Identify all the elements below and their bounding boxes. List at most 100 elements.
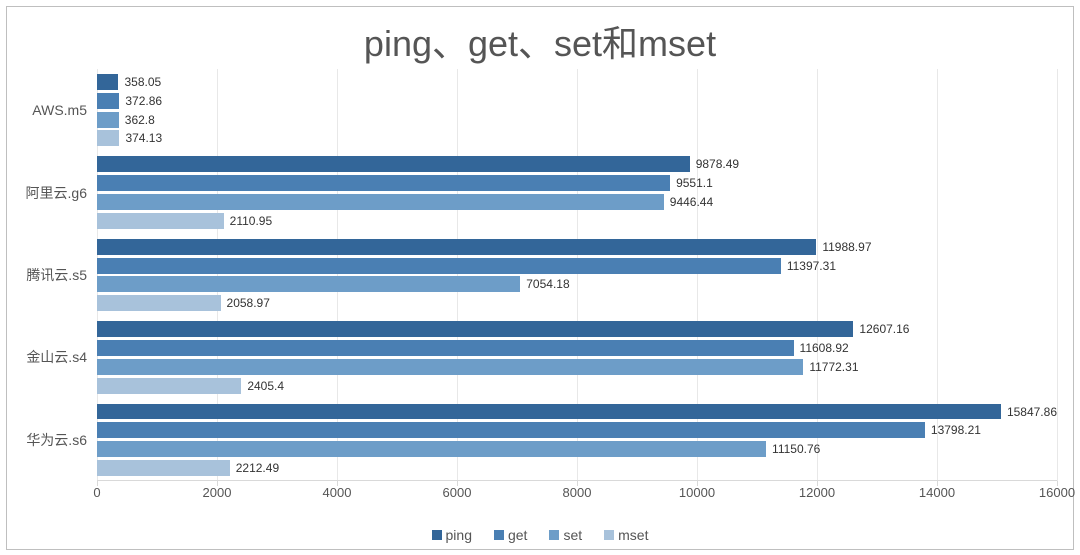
legend-item-get: get [494, 527, 527, 543]
bars: 358.05 372.86 362.8 374.13 [97, 74, 1057, 147]
bar-value-label: 372.86 [125, 94, 162, 108]
bar-ping: 15847.86 [97, 404, 1057, 420]
bar-value-label: 7054.18 [526, 277, 569, 291]
bar-fill [97, 239, 816, 255]
bar-value-label: 362.8 [125, 113, 155, 127]
bar-value-label: 15847.86 [1007, 405, 1057, 419]
bar-group: 12607.16 11608.92 11772.31 2405.4 [97, 316, 1057, 398]
y-tick-label: 华为云.s6 [13, 430, 87, 450]
bar-fill [97, 194, 664, 210]
bar-mset: 2058.97 [97, 295, 1057, 311]
bar-mset: 2405.4 [97, 378, 1057, 394]
legend-item-mset: mset [604, 527, 648, 543]
bars: 11988.97 11397.31 7054.18 2058.97 [97, 239, 1057, 312]
x-tick-label: 12000 [799, 485, 835, 500]
y-axis-labels: AWS.m5 阿里云.g6 腾讯云.s5 金山云.s4 华为云.s6 [13, 69, 93, 481]
bar-value-label: 11150.76 [772, 442, 820, 456]
bar-value-label: 9446.44 [670, 195, 713, 209]
bar-fill [97, 460, 230, 476]
bar-value-label: 374.13 [125, 131, 162, 145]
bar-fill [97, 404, 1001, 420]
legend-swatch [604, 530, 614, 540]
bar-groups: 358.05 372.86 362.8 374.13 9878.49 9551.1 9446… [97, 69, 1057, 481]
bar-value-label: 11608.92 [800, 341, 849, 355]
legend: ping get set mset [7, 527, 1073, 543]
bar-fill [97, 213, 224, 229]
legend-swatch [549, 530, 559, 540]
bar-ping: 11988.97 [97, 239, 1057, 255]
y-tick-label: 阿里云.g6 [13, 183, 87, 203]
bar-value-label: 2110.95 [230, 214, 273, 228]
bar-ping: 12607.16 [97, 321, 1057, 337]
bar-value-label: 2058.97 [227, 296, 270, 310]
legend-swatch [494, 530, 504, 540]
bar-fill [97, 130, 119, 146]
bar-group: 9878.49 9551.1 9446.44 2110.95 [97, 151, 1057, 233]
bar-value-label: 2212.49 [236, 461, 279, 475]
y-tick-label: 腾讯云.s5 [13, 265, 87, 285]
bar-get: 13798.21 [97, 422, 1057, 438]
bar-value-label: 11397.31 [787, 259, 836, 273]
legend-label: get [508, 527, 527, 543]
bar-value-label: 9878.49 [696, 157, 739, 171]
chart-container: ping、get、set和mset AWS.m5 阿里云.g6 腾讯云.s5 金… [6, 6, 1074, 550]
bar-fill [97, 340, 794, 356]
bar-ping: 9878.49 [97, 156, 1057, 172]
legend-swatch [432, 530, 442, 540]
bar-mset: 374.13 [97, 130, 1057, 146]
bar-mset: 2212.49 [97, 460, 1057, 476]
bar-value-label: 9551.1 [676, 176, 713, 190]
x-tick-label: 10000 [679, 485, 715, 500]
legend-item-ping: ping [432, 527, 472, 543]
bar-set: 7054.18 [97, 276, 1057, 292]
bar-set: 11150.76 [97, 441, 1057, 457]
bars: 15847.86 13798.21 11150.76 2212.49 [97, 404, 1057, 477]
bar-ping: 358.05 [97, 74, 1057, 90]
chart-title: ping、get、set和mset [7, 7, 1073, 71]
bar-fill [97, 74, 118, 90]
legend-label: ping [446, 527, 472, 543]
bar-fill [97, 422, 925, 438]
bar-value-label: 11772.31 [809, 360, 858, 374]
bar-value-label: 12607.16 [859, 322, 909, 336]
plot-area: 358.05 372.86 362.8 374.13 9878.49 9551.1 9446… [97, 69, 1057, 481]
bar-get: 372.86 [97, 93, 1057, 109]
bars: 9878.49 9551.1 9446.44 2110.95 [97, 156, 1057, 229]
x-axis-labels: 0 2000 4000 6000 8000 10000 12000 14000 … [97, 485, 1057, 505]
bar-set: 362.8 [97, 112, 1057, 128]
bar-fill [97, 441, 766, 457]
legend-item-set: set [549, 527, 582, 543]
bar-fill [97, 93, 119, 109]
bar-mset: 2110.95 [97, 213, 1057, 229]
bar-set: 11772.31 [97, 359, 1057, 375]
gridline [1057, 69, 1058, 481]
bar-get: 11397.31 [97, 258, 1057, 274]
x-tick-label: 16000 [1039, 485, 1075, 500]
bars: 12607.16 11608.92 11772.31 2405.4 [97, 321, 1057, 394]
x-tick-label: 14000 [919, 485, 955, 500]
bar-fill [97, 359, 803, 375]
bar-get: 9551.1 [97, 175, 1057, 191]
x-tick-label: 8000 [563, 485, 592, 500]
x-tick-label: 0 [93, 485, 100, 500]
bar-fill [97, 378, 241, 394]
bar-value-label: 11988.97 [822, 240, 871, 254]
bar-fill [97, 175, 670, 191]
bar-value-label: 13798.21 [931, 423, 981, 437]
bar-fill [97, 156, 690, 172]
bar-group: 358.05 372.86 362.8 374.13 [97, 69, 1057, 151]
legend-label: mset [618, 527, 648, 543]
bar-fill [97, 295, 221, 311]
x-tick-label: 2000 [203, 485, 232, 500]
bar-value-label: 2405.4 [247, 379, 284, 393]
bar-group: 15847.86 13798.21 11150.76 2212.49 [97, 399, 1057, 481]
x-tick-label: 4000 [323, 485, 352, 500]
x-tick-label: 6000 [443, 485, 472, 500]
bar-fill [97, 258, 781, 274]
bar-fill [97, 112, 119, 128]
y-tick-label: 金山云.s4 [13, 347, 87, 367]
bar-fill [97, 321, 853, 337]
bar-set: 9446.44 [97, 194, 1057, 210]
bar-get: 11608.92 [97, 340, 1057, 356]
bar-group: 11988.97 11397.31 7054.18 2058.97 [97, 234, 1057, 316]
